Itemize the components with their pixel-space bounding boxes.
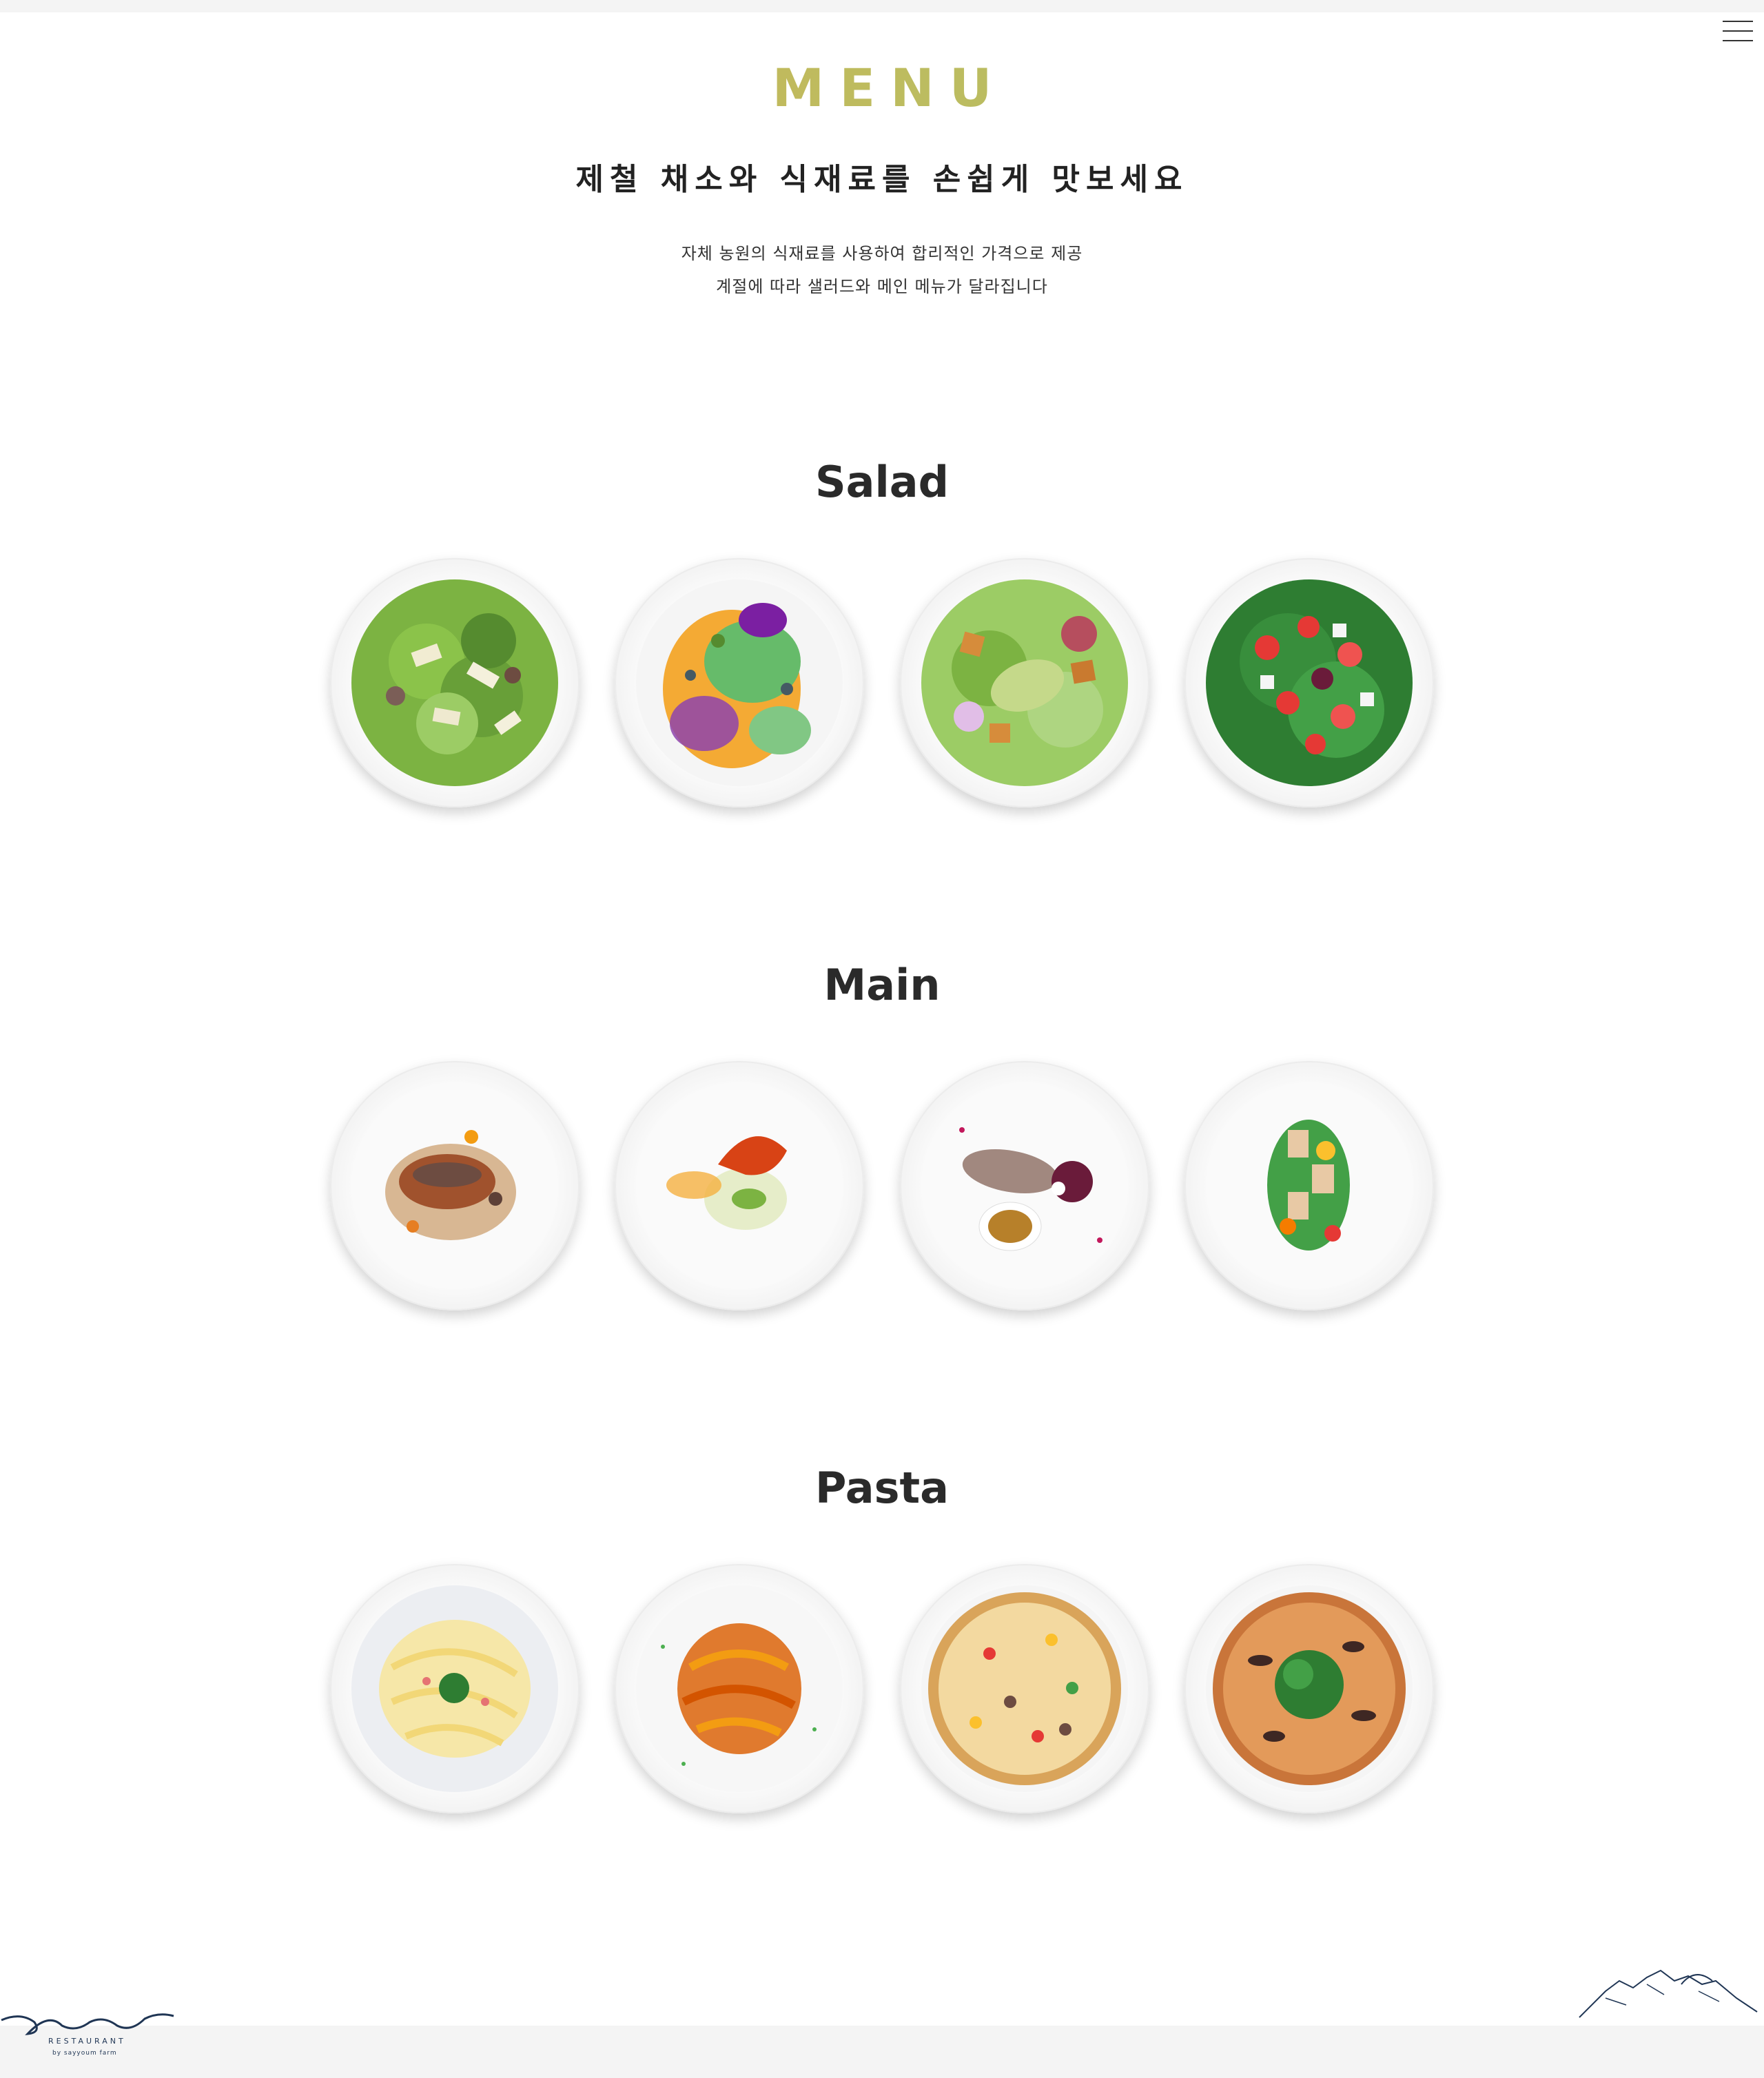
main-dish-3[interactable] xyxy=(900,1061,1149,1310)
pasta-dish-2[interactable] xyxy=(615,1564,864,1813)
main-dish-1[interactable] xyxy=(330,1061,580,1310)
description-line-1: 자체 농원의 식재료를 사용하여 합리적인 가격으로 제공 xyxy=(681,244,1083,263)
logo-by-line: by sayyoum farm xyxy=(52,2050,117,2057)
section-title-pasta: Pasta xyxy=(815,1463,949,1513)
salad-dish-3[interactable] xyxy=(900,558,1149,807)
main-dish-4[interactable] xyxy=(1184,1061,1434,1310)
page-subtitle: 제철 채소와 식재료를 손쉽게 맛보세요 xyxy=(575,162,1189,197)
logo-subtitle: RESTAURANT xyxy=(48,2037,126,2046)
pasta-dish-4[interactable] xyxy=(1184,1564,1434,1813)
pasta-dish-1[interactable] xyxy=(330,1564,580,1813)
salad-dish-1[interactable] xyxy=(330,558,580,807)
salad-dish-2[interactable] xyxy=(615,558,864,807)
mountains-illustration xyxy=(1578,1957,1764,2026)
harvest-logo[interactable]: RESTAURANT by sayyoum farm xyxy=(0,1984,179,2060)
main-dish-2[interactable] xyxy=(615,1061,864,1310)
footer-bar xyxy=(0,2026,1764,2078)
top-strip xyxy=(0,0,1764,12)
description-line-2: 계절에 따라 샐러드와 메인 메뉴가 달라집니다 xyxy=(716,277,1048,296)
hamburger-menu-icon[interactable] xyxy=(1723,19,1753,43)
section-title-salad: Salad xyxy=(815,457,949,507)
page-title: MENU xyxy=(0,54,1764,123)
pasta-dish-3[interactable] xyxy=(900,1564,1149,1813)
salad-dish-4[interactable] xyxy=(1184,558,1434,807)
section-title-main: Main xyxy=(823,960,941,1010)
